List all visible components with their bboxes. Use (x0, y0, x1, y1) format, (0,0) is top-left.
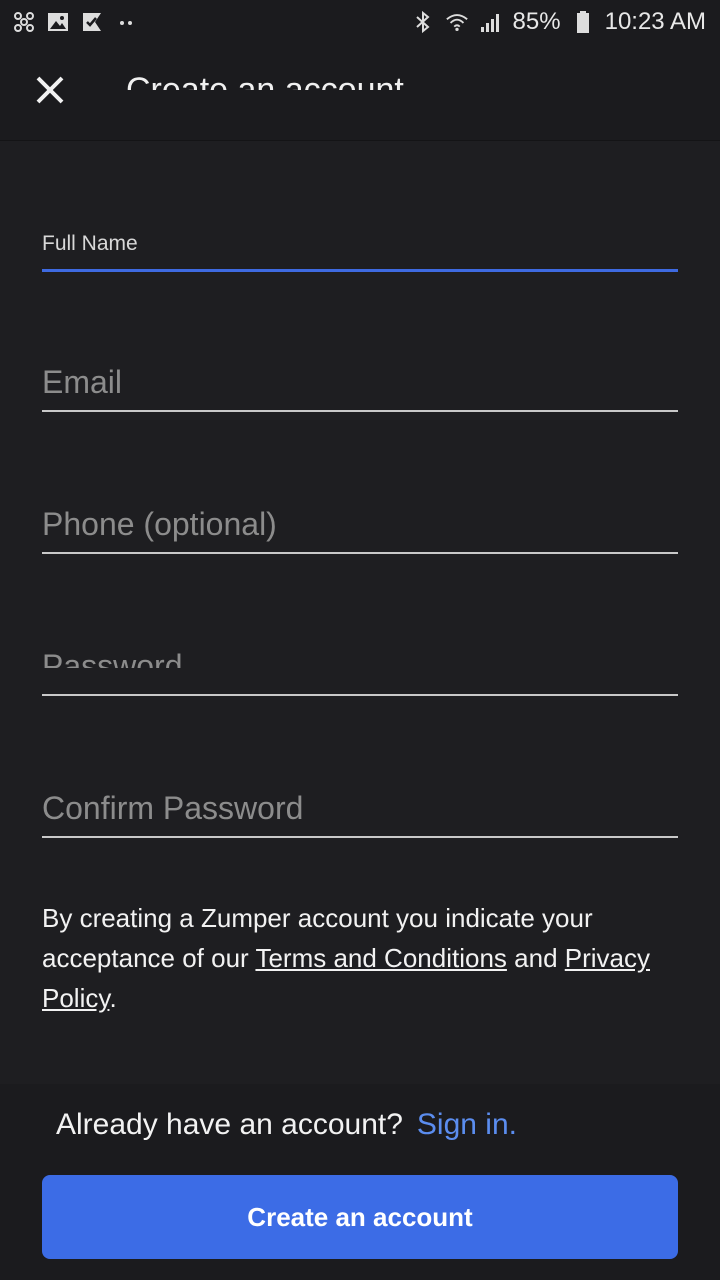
terms-link[interactable]: Terms and Conditions (255, 943, 506, 973)
full-name-field[interactable]: Full Name (42, 222, 678, 276)
status-right: 85% 10:23 AM (411, 8, 706, 36)
email-underline (42, 410, 678, 412)
signin-question: Already have an account? (56, 1108, 403, 1141)
gallery-icon (46, 10, 70, 34)
signin-row: Already have an account? Sign in. (56, 1108, 517, 1142)
password-placeholder-clip: Password (42, 634, 442, 668)
status-time: 10:23 AM (604, 8, 706, 35)
fan-icon (12, 10, 36, 34)
confirm-password-placeholder: Confirm Password (42, 790, 304, 826)
wifi-icon (445, 10, 469, 34)
dots-icon (114, 10, 138, 34)
battery-icon (571, 10, 595, 34)
page-title: Create an account (126, 71, 404, 90)
battery-percent: 85% (512, 8, 561, 35)
close-icon (34, 74, 66, 111)
create-account-button[interactable]: Create an account (42, 1175, 678, 1259)
phone-field[interactable]: Phone (optional) (42, 492, 678, 558)
confirm-password-field[interactable]: Confirm Password (42, 776, 678, 842)
check-app-icon (80, 10, 104, 34)
app-bar: Create an account (0, 44, 720, 141)
signin-link[interactable]: Sign in. (417, 1108, 517, 1142)
legal-text: By creating a Zumper account you indicat… (42, 898, 662, 1018)
signal-icon (479, 10, 503, 34)
bottom-panel: Already have an account? Sign in. Create… (0, 1084, 720, 1280)
bluetooth-icon (411, 10, 435, 34)
email-placeholder: Email (42, 364, 123, 400)
confirm-password-underline (42, 836, 678, 838)
phone-underline (42, 552, 678, 554)
email-field[interactable]: Email (42, 350, 678, 416)
legal-middle: and (506, 943, 565, 973)
full-name-input[interactable] (42, 256, 678, 270)
full-name-label: Full Name (42, 232, 138, 255)
phone-placeholder: Phone (optional) (42, 506, 277, 542)
status-bar: 85% 10:23 AM (0, 0, 720, 44)
password-field[interactable]: Password (42, 634, 678, 700)
status-left (12, 10, 138, 34)
password-underline (42, 694, 678, 696)
close-button[interactable] (26, 64, 74, 120)
full-name-underline (42, 269, 678, 272)
password-placeholder: Password (42, 648, 183, 668)
legal-suffix: . (109, 983, 117, 1013)
